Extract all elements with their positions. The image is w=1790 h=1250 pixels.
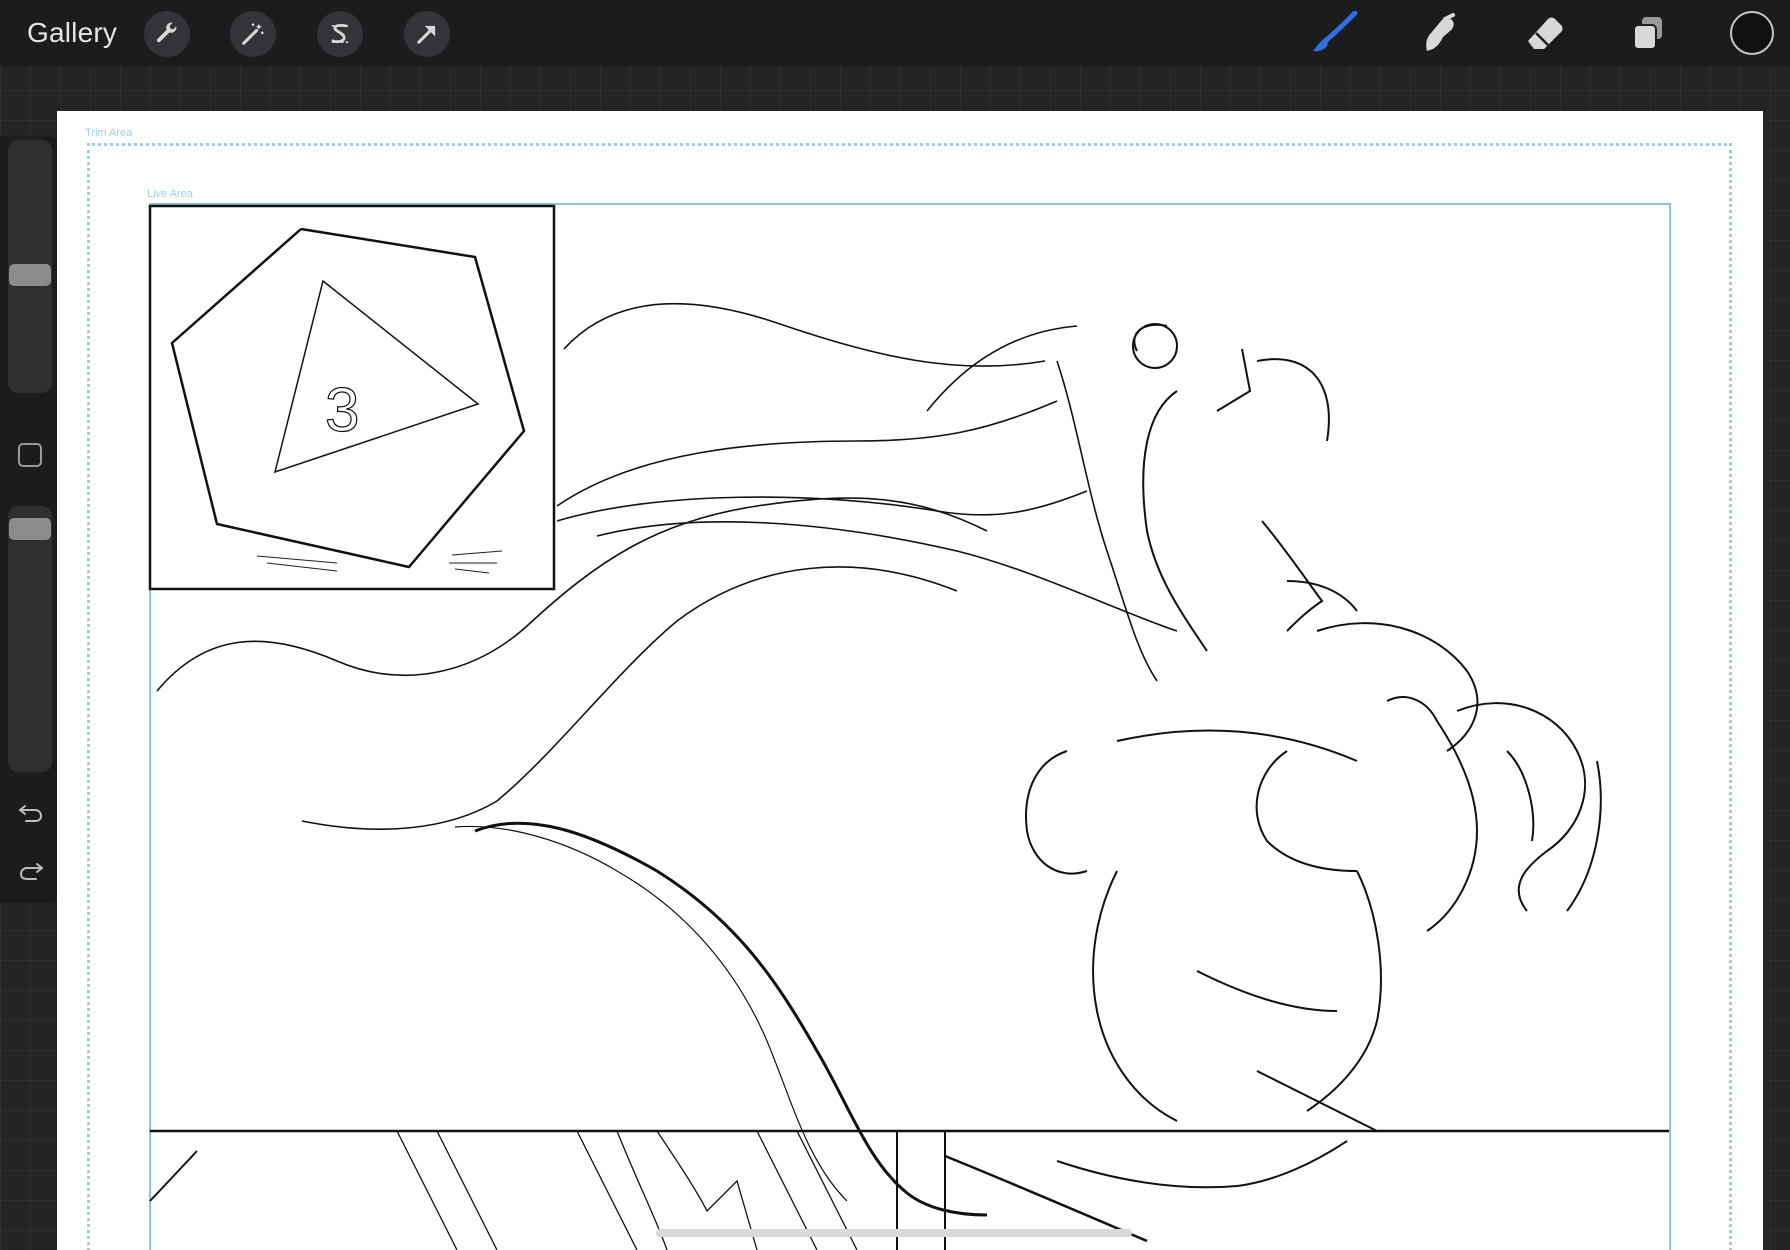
comic-sketch: 3 — [148, 204, 1669, 1250]
smudge-icon — [1426, 13, 1455, 51]
magic-wand-icon — [242, 23, 264, 45]
actions-button[interactable] — [144, 11, 190, 57]
smudge-tool-button[interactable] — [1414, 10, 1464, 56]
layers-icon — [1633, 17, 1662, 50]
selection-button[interactable] — [317, 11, 363, 57]
undo-icon[interactable] — [16, 797, 46, 827]
adjustments-button[interactable] — [230, 11, 276, 57]
home-indicator[interactable] — [656, 1229, 1132, 1237]
gallery-button[interactable]: Gallery — [27, 14, 117, 52]
arrow-cursor-icon — [417, 25, 436, 44]
triangle-face — [273, 279, 480, 474]
layers-button[interactable] — [1623, 10, 1673, 56]
die-number: 3 — [325, 376, 359, 445]
redo-icon[interactable] — [16, 855, 46, 885]
selection-s-icon — [331, 23, 349, 44]
eraser-tool-button[interactable] — [1519, 10, 1569, 56]
transform-button[interactable] — [404, 11, 450, 57]
eraser-icon — [1528, 17, 1563, 49]
left-sidebar — [0, 136, 60, 903]
modify-square-icon[interactable] — [18, 443, 42, 467]
character-figure — [1025, 323, 1602, 1189]
brush-icon — [1313, 11, 1358, 52]
brush-tool-button[interactable] — [1310, 10, 1360, 56]
opacity-thumb[interactable] — [9, 518, 51, 540]
brush-size-slider[interactable] — [8, 140, 52, 393]
brush-size-thumb[interactable] — [9, 264, 51, 286]
top-toolbar: Gallery — [0, 0, 1790, 66]
wrench-icon — [156, 22, 177, 43]
drawing-canvas[interactable]: Trim Area Live Area 3 — [57, 111, 1763, 1250]
hair-strands — [156, 302, 1178, 830]
color-picker-button[interactable] — [1730, 11, 1774, 55]
dress-curve — [474, 821, 988, 1217]
opacity-slider[interactable] — [8, 506, 52, 772]
